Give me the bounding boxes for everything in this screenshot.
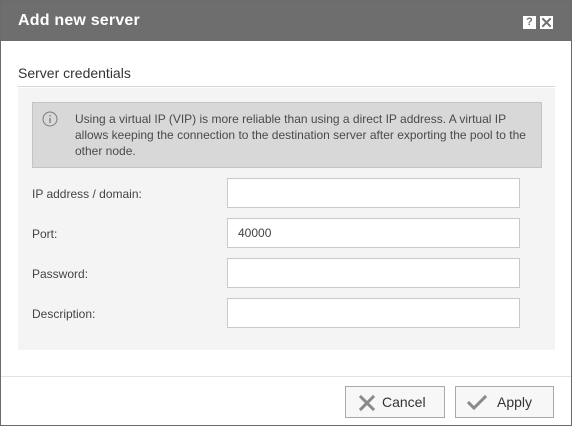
section-divider xyxy=(18,86,555,87)
cancel-button[interactable]: Cancel xyxy=(345,386,445,418)
dialog-titlebar: Add new server ? xyxy=(1,1,571,41)
port-label: Port: xyxy=(32,227,58,241)
x-icon xyxy=(359,395,375,411)
apply-button[interactable]: Apply xyxy=(455,386,554,418)
apply-label: Apply xyxy=(497,394,533,410)
ip-address-input[interactable] xyxy=(227,178,520,208)
cancel-label: Cancel xyxy=(382,394,426,410)
add-server-dialog: Add new server ? Server credentials Usin… xyxy=(0,0,572,426)
footer-divider xyxy=(1,376,571,377)
help-icon[interactable]: ? xyxy=(523,16,536,29)
password-label: Password: xyxy=(32,267,89,281)
close-icon[interactable] xyxy=(540,16,553,29)
checkmark-icon xyxy=(467,395,487,411)
ip-address-label: IP address / domain: xyxy=(32,187,142,201)
description-label: Description: xyxy=(32,307,96,321)
description-input[interactable] xyxy=(227,298,520,328)
password-input[interactable] xyxy=(227,258,520,288)
port-input[interactable] xyxy=(227,218,520,248)
info-box: Using a virtual IP (VIP) is more reliabl… xyxy=(32,102,542,168)
section-title: Server credentials xyxy=(18,65,131,81)
info-text: Using a virtual IP (VIP) is more reliabl… xyxy=(75,112,526,158)
dialog-title: Add new server xyxy=(18,12,140,29)
info-icon xyxy=(42,111,58,127)
